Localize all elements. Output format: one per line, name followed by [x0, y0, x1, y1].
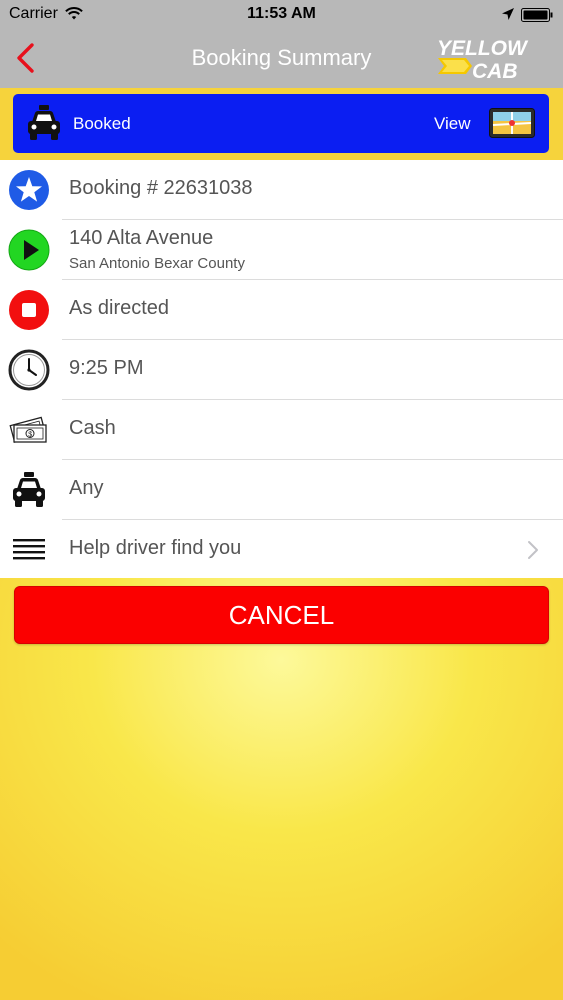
- status-time: 11:53 AM: [247, 5, 316, 22]
- view-link[interactable]: View: [434, 114, 471, 134]
- destination: As directed: [69, 297, 170, 319]
- clock-icon: [8, 349, 50, 391]
- logo-line2: CAB: [472, 60, 518, 83]
- stop-icon: [9, 290, 49, 330]
- list-item-destination: As directed: [0, 280, 563, 340]
- location-icon: [502, 8, 514, 20]
- list-item-pickup-time: 9:25 PM: [0, 340, 563, 400]
- logo-line1: YELLOW: [437, 37, 529, 60]
- driver-help-label: Help driver find you: [69, 537, 242, 559]
- list-item-driver-help[interactable]: Help driver find you: [0, 520, 563, 580]
- nav-bar: Booking Summary YELLOW CAB: [0, 30, 563, 88]
- list-item-pickup: 140 Alta Avenue San Antonio Bexar County: [0, 220, 563, 280]
- pickup-address: 140 Alta Avenue: [69, 227, 214, 249]
- banner-container: Booked View: [0, 88, 563, 160]
- booking-details-list: Booking # 22631038 140 Alta Avenue San A…: [0, 160, 563, 578]
- pickup-area: San Antonio Bexar County: [69, 255, 245, 272]
- menu-icon: [13, 539, 45, 560]
- payment-method: Cash: [69, 417, 116, 439]
- status-bar: Carrier 11:53 AM: [0, 0, 563, 30]
- yellow-cab-logo: YELLOW CAB: [437, 37, 529, 83]
- pickup-time: 9:25 PM: [69, 357, 144, 379]
- taxi-icon: [13, 472, 45, 507]
- cash-icon: $: [9, 416, 47, 443]
- booking-status-banner[interactable]: Booked View: [13, 94, 549, 153]
- play-icon: [8, 229, 50, 271]
- chevron-right-icon: [528, 541, 538, 559]
- vehicle-type: Any: [69, 477, 104, 499]
- list-item-payment: $ Cash: [0, 400, 563, 460]
- map-icon[interactable]: [489, 108, 535, 138]
- booking-status: Booked: [73, 114, 131, 133]
- cancel-button[interactable]: CANCEL: [14, 586, 549, 644]
- star-icon: [9, 170, 49, 210]
- booking-number: Booking # 22631038: [69, 177, 253, 199]
- battery-icon: [521, 8, 553, 22]
- list-item-vehicle: Any: [0, 460, 563, 520]
- taxi-icon: [28, 105, 60, 140]
- list-item-booking-number: Booking # 22631038: [0, 160, 563, 220]
- svg-text:$: $: [28, 432, 32, 439]
